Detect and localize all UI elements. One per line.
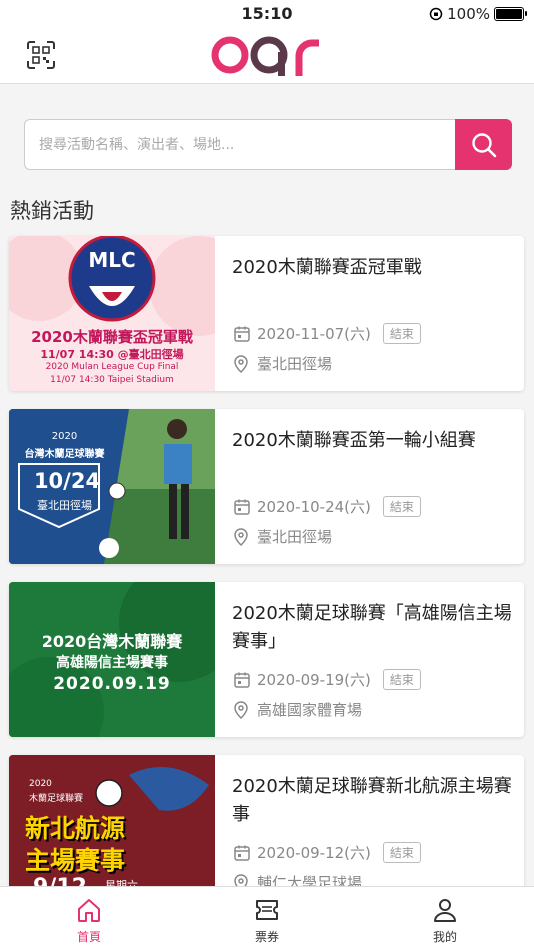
poster-line1: 新北航源: [25, 814, 126, 843]
poster-line2: 高雄陽信主場賽事: [56, 655, 168, 671]
user-icon: [434, 899, 456, 922]
section-title: 熱銷活動: [10, 199, 94, 223]
app-logo: [0, 30, 534, 84]
tab-profile[interactable]: 我的: [356, 887, 534, 950]
status-badge: 結束: [382, 496, 421, 517]
event-venue-row: 高雄國家體育場: [233, 699, 362, 720]
calendar-icon: [234, 499, 250, 515]
poster-line4: 11/07 14:30 Taipei Stadium: [50, 375, 174, 385]
poster-year: 2020: [29, 779, 52, 789]
poster-league: 木蘭足球聯賽: [29, 794, 84, 804]
event-poster: MLC 2020木蘭聯賽盃冠軍戰 11/07 14:30 @臺北田徑場 2020…: [9, 236, 215, 391]
location-pin-icon: [234, 700, 248, 719]
event-date-row: 2020-09-19(六) 結束: [233, 669, 421, 690]
location-pin-icon: [234, 354, 248, 373]
event-card[interactable]: MLC 2020木蘭聯賽盃冠軍戰 11/07 14:30 @臺北田徑場 2020…: [9, 236, 524, 391]
poster-line2: 11/07 14:30 @臺北田徑場: [40, 348, 184, 361]
event-date-row: 2020-10-24(六) 結束: [233, 496, 421, 517]
status-badge: 結束: [382, 669, 421, 690]
poster-league: 台灣木蘭足球聯賽: [24, 449, 105, 460]
poster-venue: 臺北田徑場: [37, 499, 92, 512]
bottom-tab-bar: 首頁 票券 我的: [0, 886, 534, 950]
tab-tickets[interactable]: 票券: [178, 887, 356, 950]
event-date: 2020-09-12(六): [257, 844, 371, 862]
event-title: 2020木蘭足球聯賽新北航源主場賽事: [232, 776, 512, 825]
event-date-row: 2020-09-12(六) 結束: [233, 842, 421, 863]
tab-home[interactable]: 首頁: [0, 887, 178, 950]
search-button[interactable]: [455, 119, 512, 170]
event-venue-row: 臺北田徑場: [233, 526, 332, 547]
poster-line2: 主場賽事: [25, 846, 126, 875]
event-poster: 2020 台灣木蘭足球聯賽 10/24 臺北田徑場: [9, 409, 215, 564]
orientation-lock-icon: [429, 7, 443, 21]
event-poster: 2020台灣木蘭聯賽 高雄陽信主場賽事 2020.09.19: [9, 582, 215, 737]
calendar-icon: [234, 326, 250, 342]
ticket-icon: [256, 900, 278, 920]
status-right: 100%: [429, 5, 527, 23]
app-header: [0, 28, 534, 84]
status-bar: 15:10 100%: [0, 0, 534, 28]
event-title: 2020木蘭足球聯賽「高雄陽信主場賽事」: [232, 603, 512, 652]
event-date: 2020-09-19(六): [257, 671, 371, 689]
location-pin-icon: [234, 527, 248, 546]
status-badge: 結束: [382, 842, 421, 863]
event-title: 2020木蘭聯賽盃第一輪小組賽: [232, 430, 476, 451]
poster-line3: 2020.09.19: [53, 674, 171, 694]
calendar-icon: [234, 672, 250, 688]
event-date: 2020-10-24(六): [257, 498, 371, 516]
poster-line1: 2020台灣木蘭聯賽: [41, 632, 183, 651]
search-input[interactable]: [24, 119, 455, 170]
tab-profile-label: 我的: [432, 930, 457, 944]
battery-percent: 100%: [447, 5, 490, 23]
poster-day: 10/24: [33, 469, 101, 493]
poster-headline: 2020木蘭聯賽盃冠軍戰: [31, 328, 193, 346]
search-bar: [24, 119, 512, 170]
poster-line3: 2020 Mulan League Cup Final: [45, 362, 179, 372]
tab-home-label: 首頁: [76, 930, 101, 944]
event-title: 2020木蘭聯賽盃冠軍戰: [232, 257, 422, 278]
tab-tickets-label: 票券: [254, 930, 279, 944]
home-icon: [78, 899, 100, 922]
battery-icon: [494, 7, 527, 21]
event-card[interactable]: 2020台灣木蘭聯賽 高雄陽信主場賽事 2020.09.19 2020木蘭足球聯…: [9, 582, 524, 737]
event-venue: 臺北田徑場: [257, 528, 333, 546]
poster-year: 2020: [51, 431, 78, 442]
status-badge: 結束: [382, 323, 421, 344]
event-venue: 臺北田徑場: [257, 355, 333, 373]
event-date-row: 2020-11-07(六) 結束: [233, 323, 421, 344]
event-venue: 高雄國家體育場: [257, 701, 363, 719]
event-venue-row: 臺北田徑場: [233, 353, 332, 374]
calendar-icon: [234, 845, 250, 861]
event-date: 2020-11-07(六): [257, 325, 371, 343]
event-card[interactable]: 2020 台灣木蘭足球聯賽 10/24 臺北田徑場 2020木蘭聯賽盃第一輪小組…: [9, 409, 524, 564]
poster-badge: MLC: [88, 248, 136, 272]
search-icon: [471, 132, 496, 157]
